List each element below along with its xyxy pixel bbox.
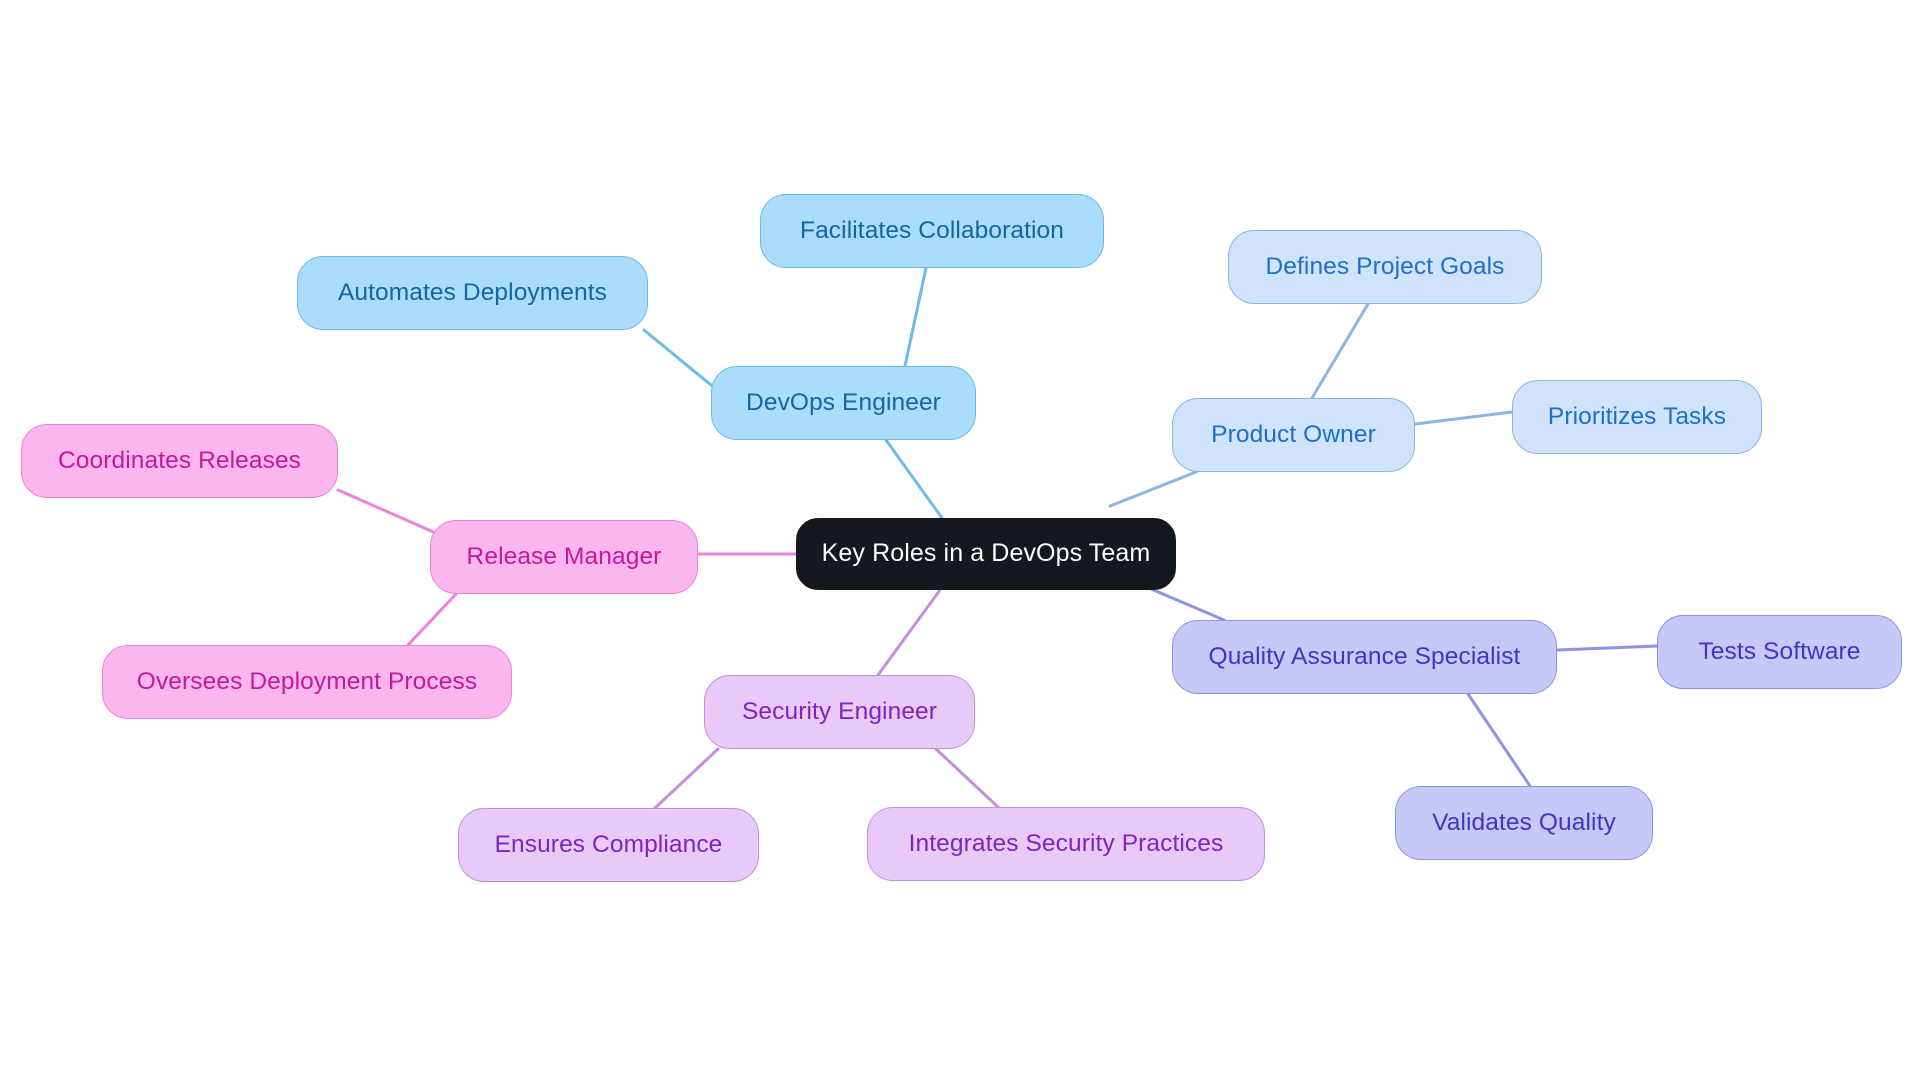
leaf-node-validates-quality-label: Validates Quality <box>1432 808 1616 836</box>
edge-sec-integrates <box>934 747 1000 809</box>
mindmap-root-node-label: Key Roles in a DevOps Team <box>821 539 1151 568</box>
edge-devops-facilitates <box>903 266 928 368</box>
leaf-node-ensures-compliance[interactable]: Ensures Compliance <box>458 808 759 882</box>
leaf-node-oversees-deployment-process-label: Oversees Deployment Process <box>136 667 478 695</box>
edge-rm-oversees <box>406 592 458 647</box>
leaf-node-integrates-security-practices[interactable]: Integrates Security Practices <box>867 807 1265 881</box>
leaf-node-coordinates-releases[interactable]: Coordinates Releases <box>21 424 338 498</box>
leaf-node-defines-project-goals-label: Defines Project Goals <box>1265 252 1505 280</box>
edge-sec-ensures <box>653 747 720 810</box>
edge-root-product-owner <box>1108 470 1198 508</box>
leaf-node-prioritizes-tasks-label: Prioritizes Tasks <box>1547 402 1727 430</box>
leaf-node-tests-software-label: Tests Software <box>1698 637 1861 665</box>
branch-node-quality-assurance-specialist[interactable]: Quality Assurance Specialist <box>1172 620 1557 694</box>
branch-node-product-owner[interactable]: Product Owner <box>1172 398 1415 472</box>
leaf-node-facilitates-collaboration-label: Facilitates Collaboration <box>800 216 1064 244</box>
leaf-node-prioritizes-tasks[interactable]: Prioritizes Tasks <box>1512 380 1762 454</box>
edge-root-security <box>876 588 942 677</box>
branch-node-product-owner-label: Product Owner <box>1211 420 1376 448</box>
leaf-node-automates-deployments-label: Automates Deployments <box>337 278 607 306</box>
branch-node-devops-engineer-label: DevOps Engineer <box>746 388 941 416</box>
edge-qa-tests <box>1555 644 1659 652</box>
branch-node-release-manager[interactable]: Release Manager <box>430 520 698 594</box>
leaf-node-validates-quality[interactable]: Validates Quality <box>1395 786 1653 860</box>
branch-node-security-engineer[interactable]: Security Engineer <box>704 675 975 749</box>
branch-node-quality-assurance-specialist-label: Quality Assurance Specialist <box>1208 642 1521 670</box>
edge-root-devops-engineer <box>884 438 944 520</box>
branch-node-devops-engineer[interactable]: DevOps Engineer <box>711 366 976 440</box>
edge-devops-automates <box>642 328 713 387</box>
branch-node-release-manager-label: Release Manager <box>466 542 662 570</box>
leaf-node-tests-software[interactable]: Tests Software <box>1657 615 1902 689</box>
mindmap-root-node[interactable]: Key Roles in a DevOps Team <box>796 518 1176 590</box>
mindmap-canvas: Key Roles in a DevOps Team DevOps Enginee… <box>0 0 1920 1083</box>
leaf-node-ensures-compliance-label: Ensures Compliance <box>494 830 723 858</box>
edge-rm-coordinates <box>336 488 440 536</box>
leaf-node-automates-deployments[interactable]: Automates Deployments <box>297 256 648 330</box>
edge-qa-validates <box>1466 692 1532 788</box>
leaf-node-coordinates-releases-label: Coordinates Releases <box>57 446 302 474</box>
edge-po-prioritizes <box>1413 410 1514 426</box>
edge-po-defines <box>1310 302 1370 400</box>
leaf-node-defines-project-goals[interactable]: Defines Project Goals <box>1228 230 1542 304</box>
leaf-node-facilitates-collaboration[interactable]: Facilitates Collaboration <box>760 194 1104 268</box>
branch-node-security-engineer-label: Security Engineer <box>741 697 938 725</box>
leaf-node-integrates-security-practices-label: Integrates Security Practices <box>908 829 1224 857</box>
leaf-node-oversees-deployment-process[interactable]: Oversees Deployment Process <box>102 645 512 719</box>
